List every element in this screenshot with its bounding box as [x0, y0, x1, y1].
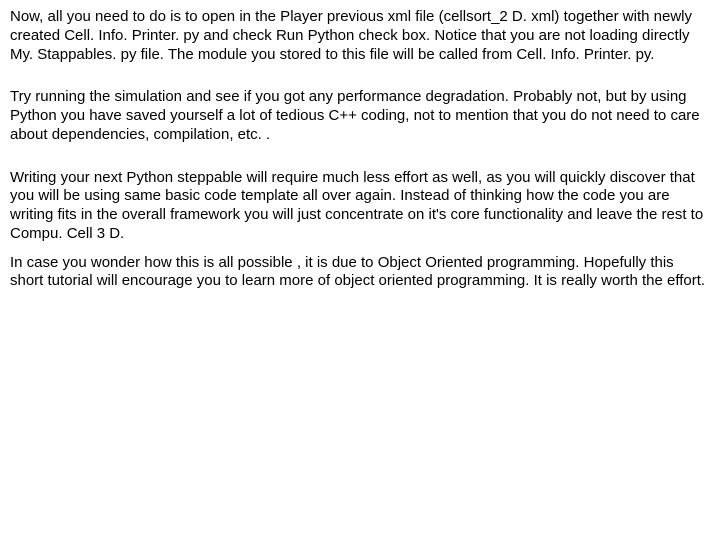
paragraph-2: Try running the simulation and see if yo…	[10, 88, 710, 144]
document-page: Now, all you need to do is to open in th…	[0, 0, 720, 301]
paragraph-3: Writing your next Python steppable will …	[10, 169, 710, 244]
paragraph-4: In case you wonder how this is all possi…	[10, 254, 710, 292]
paragraph-1: Now, all you need to do is to open in th…	[10, 8, 710, 64]
